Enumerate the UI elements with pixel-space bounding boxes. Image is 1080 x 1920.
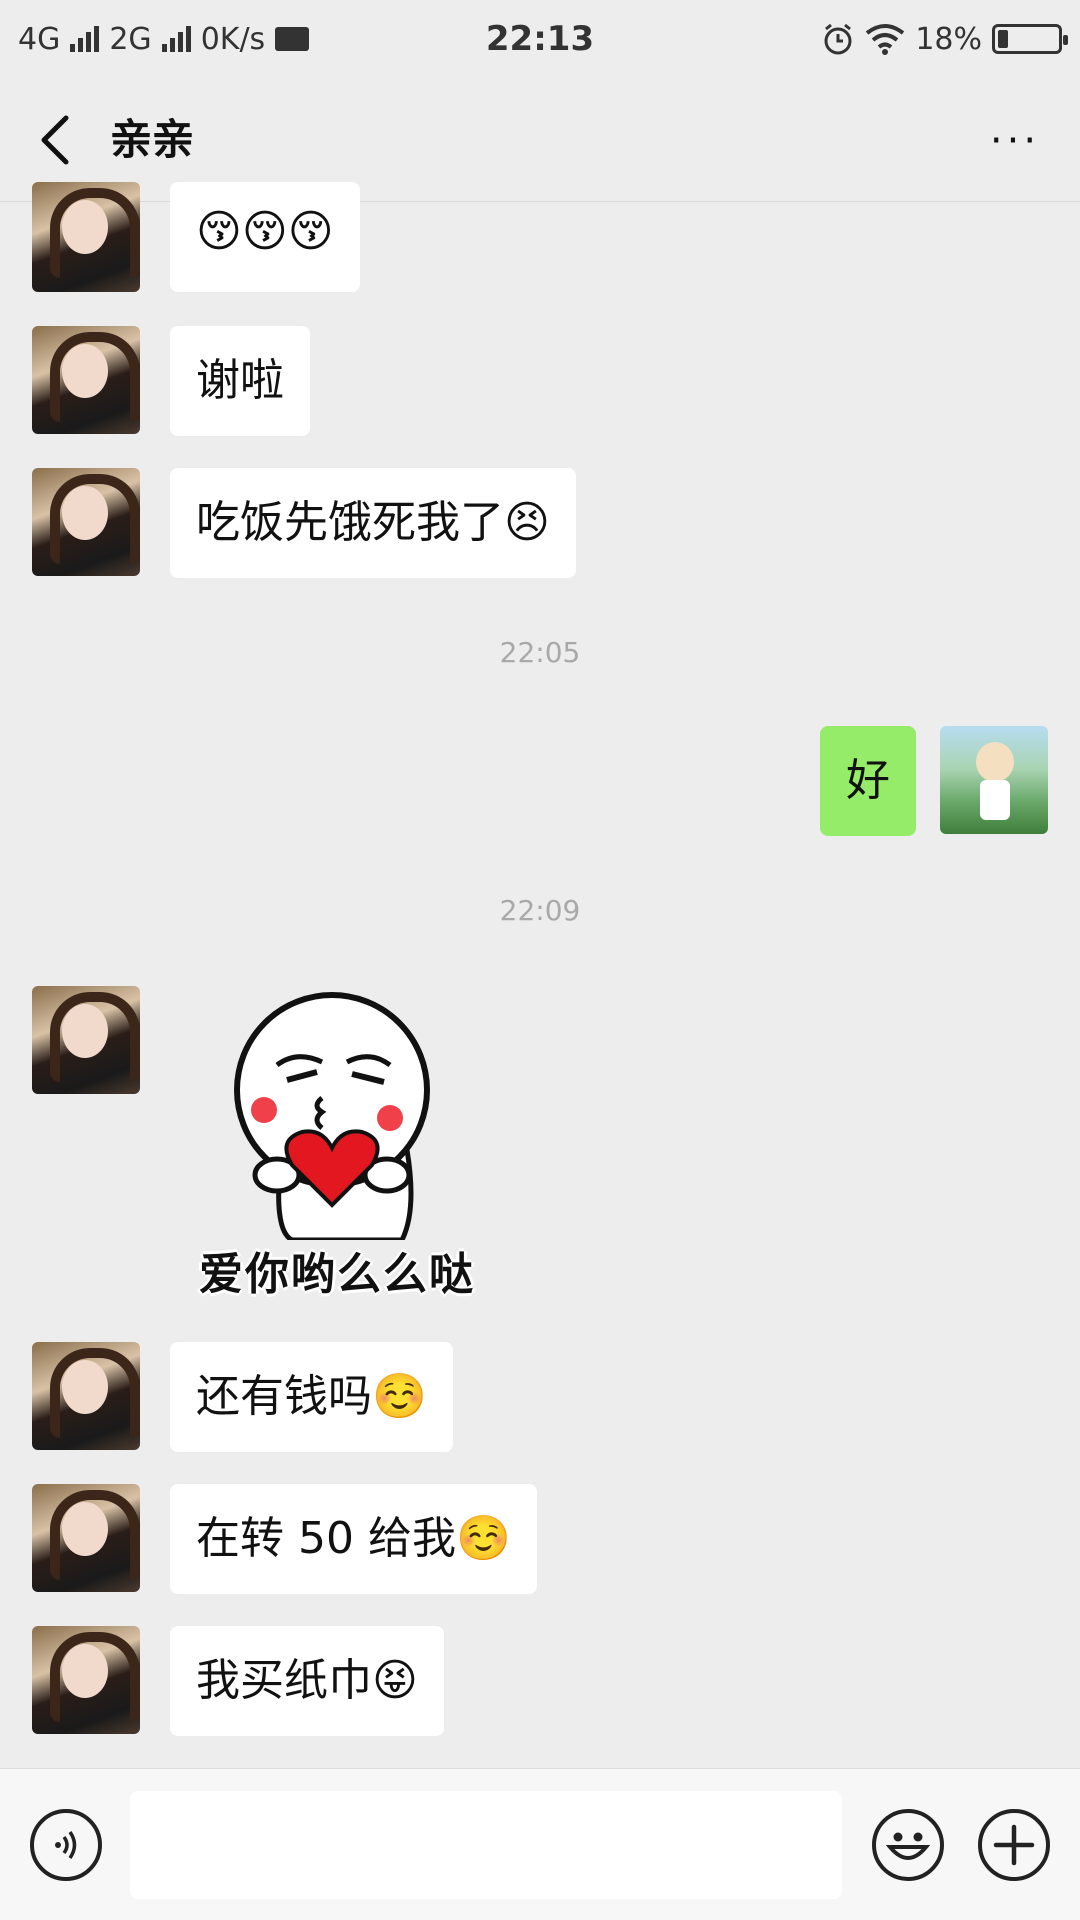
contact-avatar[interactable] — [32, 986, 140, 1094]
wifi-icon — [866, 24, 905, 55]
more-dots-icon[interactable]: ··· — [980, 106, 1050, 176]
message-timestamp: 22:05 — [499, 636, 581, 669]
message-bubble-received[interactable]: 还有钱吗☺️ — [170, 1342, 453, 1452]
my-avatar[interactable] — [940, 726, 1048, 834]
battery-percent: 18% — [915, 21, 982, 57]
contact-avatar[interactable] — [32, 1484, 140, 1592]
contact-avatar[interactable] — [32, 1626, 140, 1734]
message-bubble-received[interactable]: 在转 50 给我☺️ — [170, 1484, 537, 1594]
message-timestamp: 22:09 — [499, 894, 581, 927]
status-right: 18% — [821, 21, 1068, 57]
sticker-caption: 爱你哟么么哒 — [199, 1249, 475, 1300]
network-speed: 0K/s — [200, 21, 266, 57]
message-bubble-received[interactable]: 吃饭先饿死我了😣 — [170, 468, 576, 578]
contact-avatar[interactable] — [32, 326, 140, 434]
emoji-icon[interactable] — [872, 1809, 944, 1881]
chat-header: 亲亲 ··· — [0, 78, 1080, 202]
voice-wave-icon — [55, 1831, 77, 1859]
status-bar: 4G 2G 0K/s 22:13 18% — [0, 0, 1080, 78]
contact-avatar[interactable] — [32, 1342, 140, 1450]
message-bubble-sent[interactable]: 好 — [820, 726, 916, 836]
plus-sign-icon — [993, 1824, 1035, 1866]
signal-bars-icon — [70, 26, 100, 52]
input-bar — [0, 1768, 1080, 1920]
contact-avatar[interactable] — [32, 182, 140, 292]
network-4g-label: 4G — [18, 21, 61, 57]
message-bubble-received[interactable]: 😚😚😚 — [170, 182, 360, 292]
smiley-face-icon — [885, 1832, 931, 1860]
battery-icon — [992, 24, 1068, 54]
chevron-left-icon[interactable] — [30, 108, 90, 172]
signal-bars-icon-2 — [161, 26, 191, 52]
voice-icon[interactable] — [30, 1809, 102, 1881]
sticker-message[interactable]: 爱你哟么么哒 — [172, 990, 502, 1300]
plus-icon[interactable] — [978, 1809, 1050, 1881]
message-bubble-received[interactable]: 谢啦 — [170, 326, 310, 436]
message-input[interactable] — [130, 1791, 842, 1899]
kiss-sticker-icon — [234, 992, 430, 1243]
message-icon — [275, 27, 310, 51]
contact-avatar[interactable] — [32, 468, 140, 576]
status-left: 4G 2G 0K/s — [18, 21, 310, 57]
alarm-icon — [824, 23, 852, 55]
message-bubble-received[interactable]: 我买纸巾😝 — [170, 1626, 444, 1736]
network-2g-label: 2G — [109, 21, 152, 57]
